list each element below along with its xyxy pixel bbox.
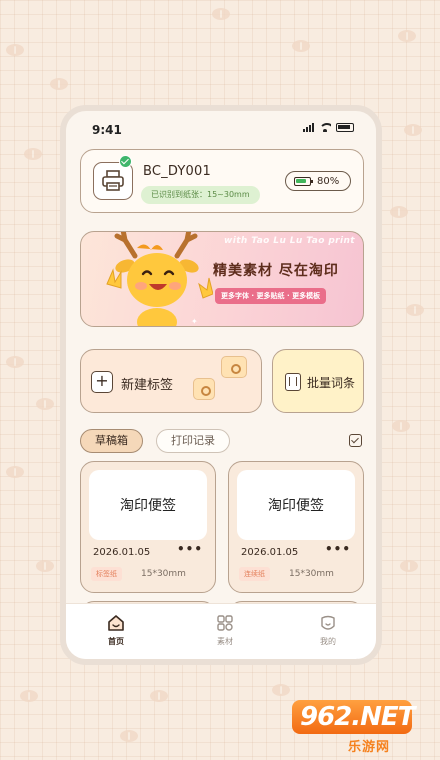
banner-subtitle: 更多字体 · 更多贴纸 · 更多模板 bbox=[215, 288, 327, 304]
draft-size: 15*30mm bbox=[289, 569, 334, 579]
status-battery-icon bbox=[336, 123, 354, 132]
tab-home[interactable]: 首页 bbox=[86, 614, 146, 647]
site-watermark: 962.NET 乐游网 bbox=[292, 700, 432, 755]
draft-preview: 淘印便签 bbox=[237, 470, 355, 540]
deer-mascot-icon: ✦ bbox=[106, 232, 213, 326]
draft-size: 15*30mm bbox=[141, 569, 186, 579]
bean-decoration bbox=[6, 356, 24, 368]
tab-materials[interactable]: 素材 bbox=[195, 614, 255, 647]
bean-decoration bbox=[6, 466, 24, 478]
tab-mine[interactable]: 我的 bbox=[298, 614, 358, 647]
draft-date: 2026.01.05 bbox=[241, 547, 299, 558]
bean-decoration bbox=[404, 124, 422, 136]
watermark-logo: 962.NET bbox=[292, 700, 415, 734]
tab-materials-label: 素材 bbox=[217, 637, 233, 646]
bean-decoration bbox=[390, 206, 408, 218]
multi-select-icon[interactable] bbox=[349, 434, 362, 447]
profile-icon bbox=[321, 615, 335, 630]
bean-decoration bbox=[400, 560, 418, 572]
home-icon bbox=[108, 615, 124, 631]
paper-type-tag: 标签纸 bbox=[91, 567, 122, 581]
draft-card[interactable]: 淘印便签 2026.01.05 ••• 标签纸 15*30mm bbox=[80, 461, 216, 593]
bean-decoration bbox=[6, 44, 24, 56]
device-name: BC_DY001 bbox=[143, 164, 211, 179]
bean-decoration bbox=[150, 690, 168, 702]
banner-english-text: with Tao Lu Lu Tao print bbox=[224, 236, 355, 246]
bean-decoration bbox=[24, 148, 42, 160]
more-options-icon[interactable]: ••• bbox=[177, 542, 203, 556]
status-time: 9:41 bbox=[92, 123, 122, 137]
bean-decoration bbox=[120, 730, 138, 742]
watermark-text: 乐游网 bbox=[348, 740, 391, 755]
status-icons bbox=[303, 123, 354, 132]
draft-preview: 淘印便签 bbox=[89, 470, 207, 540]
bean-decoration bbox=[212, 8, 230, 20]
tab-mine-label: 我的 bbox=[320, 637, 336, 646]
svg-text:✦: ✦ bbox=[191, 317, 198, 326]
device-card[interactable]: BC_DY001 已识别到纸张：15~30mm 80% bbox=[80, 149, 364, 213]
bean-decoration bbox=[20, 690, 38, 702]
signal-icon bbox=[303, 123, 314, 132]
tab-home-label: 首页 bbox=[108, 637, 124, 646]
more-options-icon[interactable]: ••• bbox=[325, 542, 351, 556]
bean-decoration bbox=[392, 420, 410, 432]
label-roll-icon bbox=[221, 356, 247, 378]
draft-date: 2026.01.05 bbox=[93, 547, 151, 558]
phone-frame: 9:41 BC_DY001 已识别到纸张：15~30mm 80% with Ta… bbox=[60, 105, 382, 665]
draft-card[interactable]: 淘印便签 2026.01.05 ••• 连续纸 15*30mm bbox=[228, 461, 364, 593]
banner-title: 精美素材 尽在淘印 bbox=[213, 263, 339, 279]
promo-banner[interactable]: with Tao Lu Lu Tao print ✦ 精美素材 尽在淘印 更多字… bbox=[80, 231, 364, 327]
batch-icon bbox=[285, 373, 301, 391]
tab-drafts[interactable]: 草稿箱 bbox=[80, 429, 143, 453]
paper-status-badge: 已识别到纸张：15~30mm bbox=[141, 186, 260, 204]
label-roll-icon bbox=[193, 378, 215, 400]
bean-decoration bbox=[36, 560, 54, 572]
wifi-icon bbox=[319, 123, 331, 132]
batch-entries-button[interactable]: 批量词条 bbox=[272, 349, 364, 413]
batch-entries-text: 批量词条 bbox=[307, 376, 356, 390]
tab-print-history[interactable]: 打印记录 bbox=[156, 429, 230, 453]
content-tabs: 草稿箱 打印记录 bbox=[80, 429, 364, 453]
battery-icon bbox=[294, 176, 313, 186]
battery-indicator: 80% bbox=[285, 171, 351, 191]
new-label-button[interactable]: + 新建标签 bbox=[80, 349, 262, 413]
new-label-text: 新建标签 bbox=[121, 378, 174, 393]
bean-decoration bbox=[272, 684, 290, 696]
bean-decoration bbox=[292, 40, 310, 52]
bean-decoration bbox=[398, 30, 416, 42]
paper-type-tag: 连续纸 bbox=[239, 567, 270, 581]
connected-check-icon bbox=[119, 155, 132, 168]
bean-decoration bbox=[406, 304, 424, 316]
grid-icon bbox=[217, 615, 233, 631]
plus-icon: + bbox=[91, 371, 113, 393]
status-bar: 9:41 bbox=[66, 111, 376, 149]
battery-level: 80% bbox=[317, 175, 340, 187]
bean-decoration bbox=[50, 78, 68, 90]
bean-decoration bbox=[36, 398, 54, 410]
bottom-tab-bar: 首页 素材 我的 bbox=[66, 603, 376, 659]
